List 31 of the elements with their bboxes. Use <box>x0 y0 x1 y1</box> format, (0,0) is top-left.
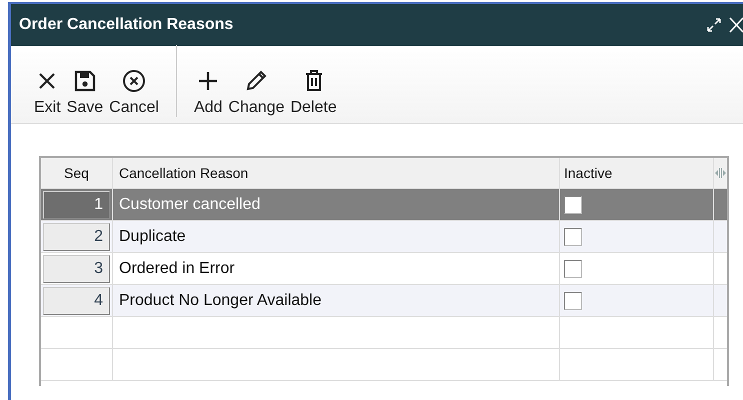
exit-button[interactable]: Exit <box>31 69 64 117</box>
expand-icon[interactable] <box>705 16 723 34</box>
checkbox[interactable] <box>564 292 582 310</box>
change-button[interactable]: Change <box>225 69 288 117</box>
row-number[interactable]: 3 <box>43 254 110 282</box>
table-row[interactable]: 1 Customer cancelled <box>41 189 727 221</box>
save-button[interactable]: Save <box>64 69 106 117</box>
table-cell: Product No Longer Available <box>113 285 560 316</box>
column-header[interactable]: Cancellation Reason <box>113 158 560 188</box>
column-header[interactable]: Seq <box>41 158 113 188</box>
table-row[interactable]: 2 Duplicate <box>41 221 727 253</box>
table-cell: Ordered in Error <box>113 253 560 284</box>
pencil-icon <box>244 69 268 93</box>
table-cell: Duplicate <box>113 221 560 252</box>
circle-x-icon <box>122 69 146 93</box>
table-row[interactable]: 4 Product No Longer Available <box>41 285 727 317</box>
column-resize-icon[interactable] <box>715 167 726 179</box>
close-icon[interactable] <box>729 16 743 34</box>
column-header[interactable]: Inactive <box>560 158 714 188</box>
delete-button[interactable]: Delete <box>287 69 340 117</box>
table-cell: Customer cancelled <box>113 189 560 220</box>
checkbox[interactable] <box>564 196 582 214</box>
cancel-button[interactable]: Cancel <box>106 69 162 117</box>
row-number[interactable]: 2 <box>43 222 110 250</box>
row-number[interactable]: 1 <box>43 190 110 218</box>
add-button[interactable]: Add <box>190 69 226 117</box>
table-row[interactable]: 3 Ordered in Error <box>41 253 727 285</box>
row-number[interactable]: 4 <box>43 286 110 314</box>
checkbox[interactable] <box>564 260 582 278</box>
window-title: Order Cancellation Reasons <box>19 16 234 34</box>
checkbox[interactable] <box>564 228 582 246</box>
